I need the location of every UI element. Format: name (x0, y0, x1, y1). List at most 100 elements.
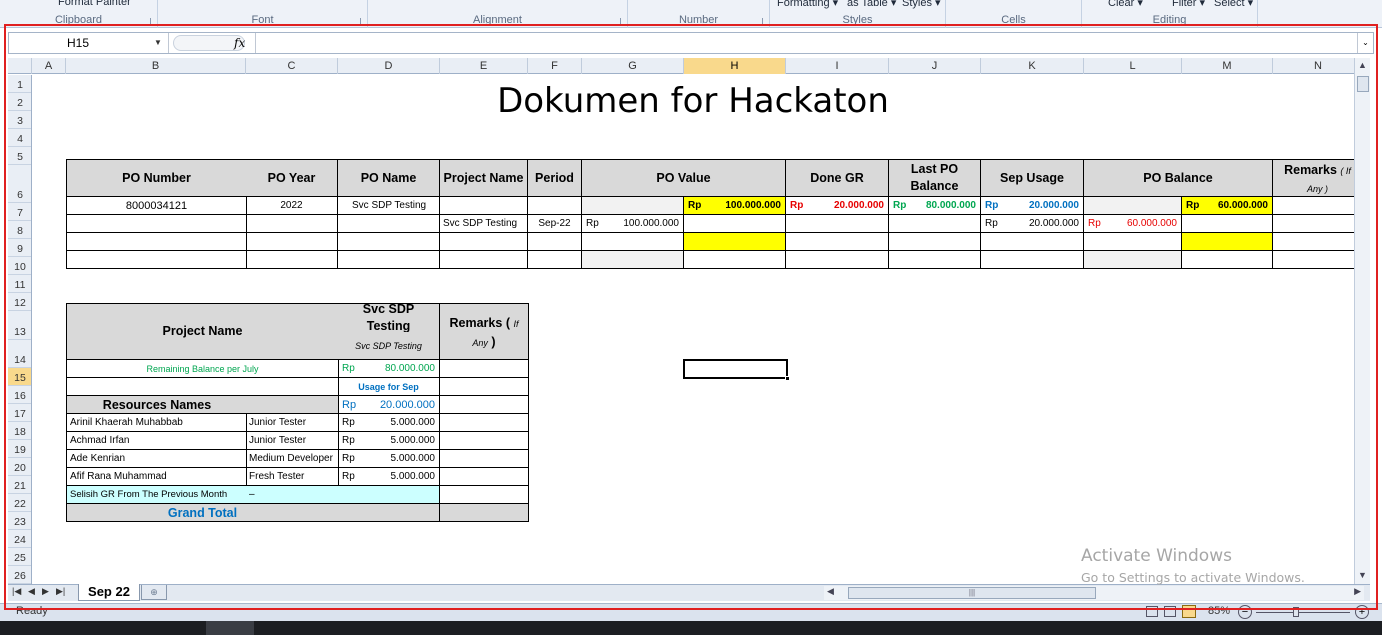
row-header-14[interactable]: 14 (8, 340, 31, 368)
row-header-7[interactable]: 7 (8, 203, 31, 221)
alignment-launcher-icon[interactable] (614, 18, 621, 25)
row-header-9[interactable]: 9 (8, 239, 31, 257)
number-launcher-icon[interactable] (756, 18, 763, 25)
header-po-number[interactable]: PO Number (66, 159, 247, 197)
column-header-h[interactable]: H (684, 58, 786, 74)
page-layout-view-icon[interactable] (1164, 606, 1176, 617)
column-header-l[interactable]: L (1084, 58, 1182, 74)
font-launcher-icon[interactable] (354, 18, 361, 25)
cell-empty[interactable] (582, 251, 684, 269)
vertical-scroll-thumb[interactable] (1357, 76, 1369, 92)
clear-button[interactable]: Clear ▾ (1108, 0, 1143, 9)
row-header-4[interactable]: 4 (8, 129, 31, 147)
column-header-m[interactable]: M (1182, 58, 1273, 74)
expand-formula-bar-icon[interactable]: ⌄ (1357, 33, 1373, 53)
cell-empty[interactable] (889, 251, 981, 269)
cell-po-value[interactable]: Rp 100.000.000 (684, 197, 786, 215)
usage-value[interactable]: Rp 20.000.000 (338, 396, 440, 414)
resource-role[interactable]: Medium Developer (246, 450, 339, 468)
row-header-19[interactable]: 19 (8, 440, 31, 458)
cell-period[interactable]: Sep-22 (528, 215, 582, 233)
fill-handle[interactable] (785, 376, 790, 381)
cell-empty[interactable] (440, 432, 529, 450)
column-header-c[interactable]: C (246, 58, 338, 74)
conditional-formatting-button[interactable]: Formatting ▾ (777, 0, 838, 9)
clipboard-launcher-icon[interactable] (144, 18, 151, 25)
last-sheet-icon[interactable]: ▶| (56, 586, 65, 597)
resource-amount[interactable]: Rp 5.000.000 (338, 450, 440, 468)
row-header-10[interactable]: 10 (8, 257, 31, 275)
column-header-d[interactable]: D (338, 58, 440, 74)
project-name-header[interactable]: Project Name (66, 303, 339, 360)
zoom-in-icon[interactable]: + (1355, 605, 1369, 619)
row-header-2[interactable]: 2 (8, 93, 31, 111)
cell-empty[interactable] (440, 197, 528, 215)
name-box[interactable]: H15 (9, 33, 169, 53)
row-header-16[interactable]: 16 (8, 386, 31, 404)
cell-empty[interactable] (246, 396, 339, 414)
cell-empty[interactable] (1084, 251, 1182, 269)
header-sep-usage[interactable]: Sep Usage (981, 159, 1084, 197)
selisih-value[interactable]: – (246, 486, 339, 504)
column-header-g[interactable]: G (582, 58, 684, 74)
row-header-26[interactable]: 26 (8, 566, 31, 584)
cell-empty[interactable] (1084, 197, 1182, 215)
header-po-value[interactable]: PO Value (582, 159, 786, 197)
grand-total-label[interactable]: Grand Total (66, 504, 339, 522)
row-header-24[interactable]: 24 (8, 530, 31, 548)
cell-empty[interactable] (338, 215, 440, 233)
cell-empty[interactable] (786, 251, 889, 269)
cell-last-po-balance[interactable]: Rp 80.000.000 (889, 197, 981, 215)
next-sheet-icon[interactable]: ▶ (42, 586, 49, 597)
sort-filter-button[interactable]: Filter ▾ (1172, 0, 1205, 9)
cell-empty[interactable] (440, 251, 528, 269)
header-po-name[interactable]: PO Name (338, 159, 440, 197)
column-header-n[interactable]: N (1273, 58, 1364, 74)
format-as-table-button[interactable]: as Table ▾ (847, 0, 896, 9)
row-header-18[interactable]: 18 (8, 422, 31, 440)
cell-empty[interactable] (981, 251, 1084, 269)
cell-empty[interactable] (338, 233, 440, 251)
row-header-8[interactable]: 8 (8, 221, 31, 239)
taskbar-app-button[interactable] (206, 621, 254, 635)
row-header-21[interactable]: 21 (8, 476, 31, 494)
remarks-header[interactable]: Remarks ( If Any ) (440, 303, 529, 360)
resource-role[interactable]: Fresh Tester (246, 468, 339, 486)
usage-for-sep-label[interactable]: Usage for Sep (338, 378, 440, 396)
page-break-view-icon[interactable] (1182, 605, 1196, 618)
resource-name[interactable]: Achmad Irfan (66, 432, 247, 450)
cell-value[interactable]: Rp 100.000.000 (582, 215, 684, 233)
cell-po-year[interactable]: 2022 (246, 197, 338, 215)
zoom-slider-thumb[interactable] (1293, 607, 1299, 617)
column-header-k[interactable]: K (981, 58, 1084, 74)
cell-empty[interactable] (582, 233, 684, 251)
resource-name[interactable]: Arinil Khaerah Muhabbab (66, 414, 247, 432)
cell-empty[interactable] (889, 233, 981, 251)
horizontal-scrollbar[interactable]: ◀ ||| ▶ (824, 586, 1364, 600)
cell-empty[interactable] (440, 504, 529, 522)
cell-empty[interactable] (246, 251, 338, 269)
cell-empty[interactable] (440, 396, 529, 414)
header-done-gr[interactable]: Done GR (786, 159, 889, 197)
insert-sheet-icon[interactable]: ⊕ (141, 585, 167, 600)
cell-empty[interactable] (66, 378, 339, 396)
select-all-corner[interactable] (8, 58, 32, 74)
cell-empty[interactable] (66, 233, 247, 251)
resource-amount[interactable]: Rp 5.000.000 (338, 432, 440, 450)
cell-project-name[interactable]: Svc SDP Testing (440, 215, 528, 233)
scroll-right-icon[interactable]: ▶ (1354, 586, 1361, 597)
project-header[interactable]: Svc SDP Testing (338, 303, 440, 332)
sheet-title[interactable]: Dokumen for Hackaton (32, 81, 1354, 121)
row-header-11[interactable]: 11 (8, 275, 31, 293)
cell-empty[interactable] (440, 360, 529, 378)
header-remarks[interactable]: Remarks ( If Any ) (1273, 159, 1354, 197)
row-header-20[interactable]: 20 (8, 458, 31, 476)
resource-name[interactable]: Afif Rana Muhammad (66, 468, 247, 486)
column-header-f[interactable]: F (528, 58, 582, 74)
cell-empty[interactable] (684, 215, 786, 233)
selisih-label[interactable]: Selisih GR From The Previous Month (66, 486, 247, 504)
header-period[interactable]: Period (528, 159, 582, 197)
formula-input[interactable] (255, 33, 1355, 53)
cell-empty[interactable] (684, 233, 786, 251)
cell-done-gr[interactable]: Rp 20.000.000 (786, 197, 889, 215)
